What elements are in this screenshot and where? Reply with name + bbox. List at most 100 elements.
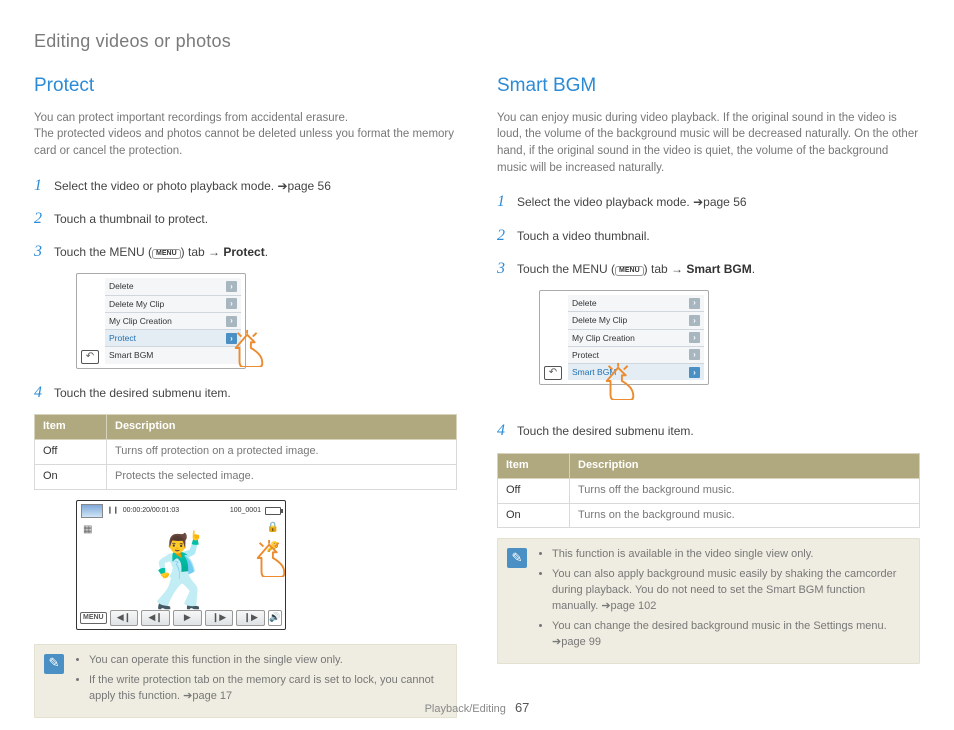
td-on-val: Protects the selected image.	[107, 464, 457, 489]
menu-label: Delete My Clip	[109, 298, 164, 310]
protect-intro: You can protect important recordings fro…	[34, 110, 457, 160]
smartbgm-note1: This function is available in the video …	[552, 547, 909, 563]
text: .	[752, 262, 755, 276]
back-icon[interactable]: ↶	[81, 350, 99, 364]
step-forward-button[interactable]: ❙▶	[205, 610, 234, 626]
grid-icon: ▦	[83, 523, 92, 538]
menu-item-smart-bgm[interactable]: Smart BGM	[105, 347, 241, 363]
menu-icon: MENU	[615, 266, 644, 276]
chevron-right-icon: ›	[689, 315, 700, 326]
text: Touch the MENU (	[517, 262, 615, 276]
section-protect: Protect You can protect important record…	[34, 72, 457, 718]
smartbgm-intro: You can enjoy music during video playbac…	[497, 110, 920, 177]
protect-intro-line1: You can protect important recordings fro…	[34, 112, 348, 124]
protect-target: Protect	[223, 245, 264, 259]
menu-label: Protect	[572, 349, 599, 361]
text: ) tab →	[644, 262, 687, 276]
smartbgm-step2: Touch a video thumbnail.	[517, 228, 650, 245]
protect-intro-line2: The protected videos and photos cannot b…	[34, 128, 454, 157]
prev-track-button[interactable]: ◀❙	[110, 610, 139, 626]
step-number: 2	[497, 224, 509, 247]
pause-icon: ❙❙	[107, 506, 119, 516]
menu-label: Protect	[109, 332, 136, 344]
menu-label: Delete	[572, 297, 597, 309]
touch-hand-icon	[230, 329, 268, 379]
smartbgm-note2: You can also apply background music easi…	[552, 567, 909, 615]
smartbgm-target: Smart BGM	[686, 262, 751, 276]
dancer-silhouette: 🕺	[137, 521, 224, 623]
touch-hand-icon	[601, 362, 639, 412]
section-smart-bgm: Smart BGM You can enjoy music during vid…	[497, 72, 920, 718]
smartbgm-menu-figure: ↶ Delete › Delete My Clip › My Clip Creati…	[539, 290, 709, 386]
th-item: Item	[498, 453, 570, 478]
td-on-key: On	[35, 464, 107, 489]
protect-step2: Touch a thumbnail to protect.	[54, 211, 208, 228]
chevron-right-icon: ›	[689, 367, 700, 378]
footer-chapter: Playback/Editing	[425, 703, 506, 715]
step-number: 3	[34, 240, 46, 263]
protect-menu-figure: ↶ Delete› Delete My Clip› My Clip Creati…	[76, 273, 246, 369]
chevron-right-icon: ›	[226, 316, 237, 327]
step-number: 4	[497, 419, 509, 442]
playback-time: 00:00:20/00:01:03	[123, 506, 179, 516]
step-number: 1	[497, 190, 509, 213]
menu-label: Smart BGM	[109, 349, 153, 361]
protect-step3: Touch the MENU (MENU) tab → Protect.	[54, 244, 268, 261]
volume-button[interactable]: 🔊	[268, 610, 282, 626]
menu-label: Delete My Clip	[572, 314, 627, 326]
battery-icon	[265, 507, 281, 515]
smartbgm-step1: Select the video playback mode. ➔page 56	[517, 194, 747, 211]
page-footer: Playback/Editing 67	[0, 699, 954, 718]
text: Touch the MENU (	[54, 245, 152, 259]
td-off-val: Turns off protection on a protected imag…	[107, 439, 457, 464]
menu-button[interactable]: MENU	[80, 612, 107, 624]
chevron-right-icon: ›	[689, 332, 700, 343]
menu-item-delete-my-clip[interactable]: Delete My Clip ›	[568, 312, 704, 329]
menu-item-protect[interactable]: Protect›	[105, 330, 241, 347]
protect-table: ItemDescription OffTurns off protection …	[34, 414, 457, 490]
menu-item-delete[interactable]: Delete ›	[105, 278, 241, 295]
info-icon: ✎	[507, 548, 527, 568]
protect-note1: You can operate this function in the sin…	[89, 653, 446, 669]
step-back-button[interactable]: ◀❙	[141, 610, 170, 626]
step-number: 2	[34, 207, 46, 230]
back-icon[interactable]: ↶	[544, 366, 562, 380]
thumbnail-icon	[81, 504, 103, 518]
smartbgm-step3: Touch the MENU (MENU) tab → Smart BGM.	[517, 261, 755, 278]
touch-hand-icon	[252, 539, 286, 589]
chevron-right-icon: ›	[226, 281, 237, 292]
td-off-key: Off	[498, 478, 570, 503]
th-desc: Description	[107, 414, 457, 439]
step-number: 4	[34, 381, 46, 404]
page-title: Editing videos or photos	[34, 28, 920, 54]
td-on-key: On	[498, 503, 570, 528]
th-item: Item	[35, 414, 107, 439]
next-track-button[interactable]: ❙▶	[236, 610, 265, 626]
td-on-val: Turns on the background music.	[570, 503, 920, 528]
info-icon: ✎	[44, 654, 64, 674]
play-button[interactable]: ▶	[173, 610, 202, 626]
th-desc: Description	[570, 453, 920, 478]
menu-icon: MENU	[152, 249, 181, 259]
step-number: 1	[34, 174, 46, 197]
menu-label: My Clip Creation	[572, 332, 635, 344]
chevron-right-icon: ›	[689, 298, 700, 309]
page-number: 67	[515, 700, 529, 715]
smartbgm-step4: Touch the desired submenu item.	[517, 423, 694, 440]
menu-item-my-clip-creation[interactable]: My Clip Creation ›	[105, 313, 241, 330]
menu-label: Delete	[109, 280, 134, 292]
menu-item-delete-my-clip[interactable]: Delete My Clip›	[105, 296, 241, 313]
menu-item-delete[interactable]: Delete ›	[568, 295, 704, 312]
td-off-val: Turns off the background music.	[570, 478, 920, 503]
td-off-key: Off	[35, 439, 107, 464]
text: ) tab →	[181, 245, 224, 259]
text: .	[265, 245, 268, 259]
smartbgm-table: ItemDescription OffTurns off the backgro…	[497, 453, 920, 529]
smartbgm-heading: Smart BGM	[497, 72, 920, 100]
protect-step1: Select the video or photo playback mode.…	[54, 178, 331, 195]
smartbgm-note-box: ✎ This function is available in the vide…	[497, 538, 920, 664]
menu-item-my-clip-creation[interactable]: My Clip Creation ›	[568, 330, 704, 347]
menu-label: My Clip Creation	[109, 315, 172, 327]
lock-icon: 🔒	[267, 521, 279, 536]
clip-name: 100_0001	[230, 506, 261, 516]
